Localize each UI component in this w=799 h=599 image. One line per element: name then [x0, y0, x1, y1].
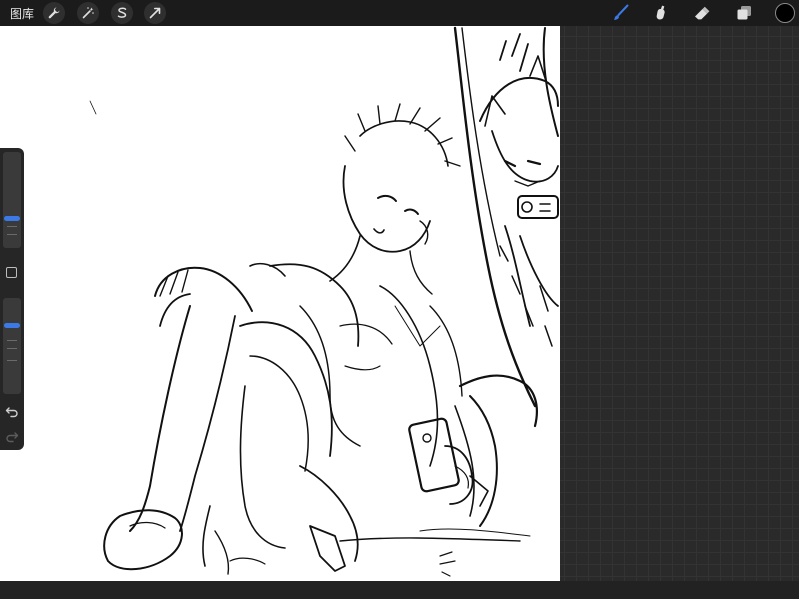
- slider-notch: [7, 234, 17, 235]
- transform-button[interactable]: [144, 2, 166, 24]
- adjustments-button[interactable]: [77, 2, 99, 24]
- undo-icon[interactable]: [5, 404, 19, 418]
- opacity-slider[interactable]: [3, 298, 21, 394]
- bottom-strip: [0, 581, 799, 599]
- slider-notch: [7, 340, 17, 341]
- slider-notch: [7, 226, 17, 227]
- top-toolbar: 图库: [0, 0, 799, 26]
- layers-icon[interactable]: [734, 3, 754, 23]
- selection-button[interactable]: [111, 2, 133, 24]
- wrench-icon: [48, 7, 60, 19]
- magic-wand-icon: [82, 7, 94, 19]
- smudge-icon[interactable]: [651, 3, 671, 23]
- actions-button[interactable]: [43, 2, 65, 24]
- drawing-canvas[interactable]: [0, 26, 560, 581]
- brush-size-slider[interactable]: [3, 152, 21, 248]
- brush-size-handle[interactable]: [4, 216, 20, 221]
- modify-button[interactable]: [6, 267, 17, 278]
- opacity-handle[interactable]: [4, 323, 20, 328]
- line-art-sketch: [89, 26, 559, 577]
- selection-icon: [117, 7, 127, 18]
- slider-notch: [7, 360, 17, 361]
- redo-icon[interactable]: [5, 429, 19, 443]
- slider-notch: [7, 348, 17, 349]
- gallery-button[interactable]: 图库: [10, 5, 34, 22]
- color-picker-swatch[interactable]: [775, 3, 795, 23]
- left-sidebar: [0, 148, 24, 450]
- brush-icon[interactable]: [611, 3, 631, 23]
- eraser-icon[interactable]: [692, 3, 712, 23]
- transform-arrow-icon: [149, 7, 161, 19]
